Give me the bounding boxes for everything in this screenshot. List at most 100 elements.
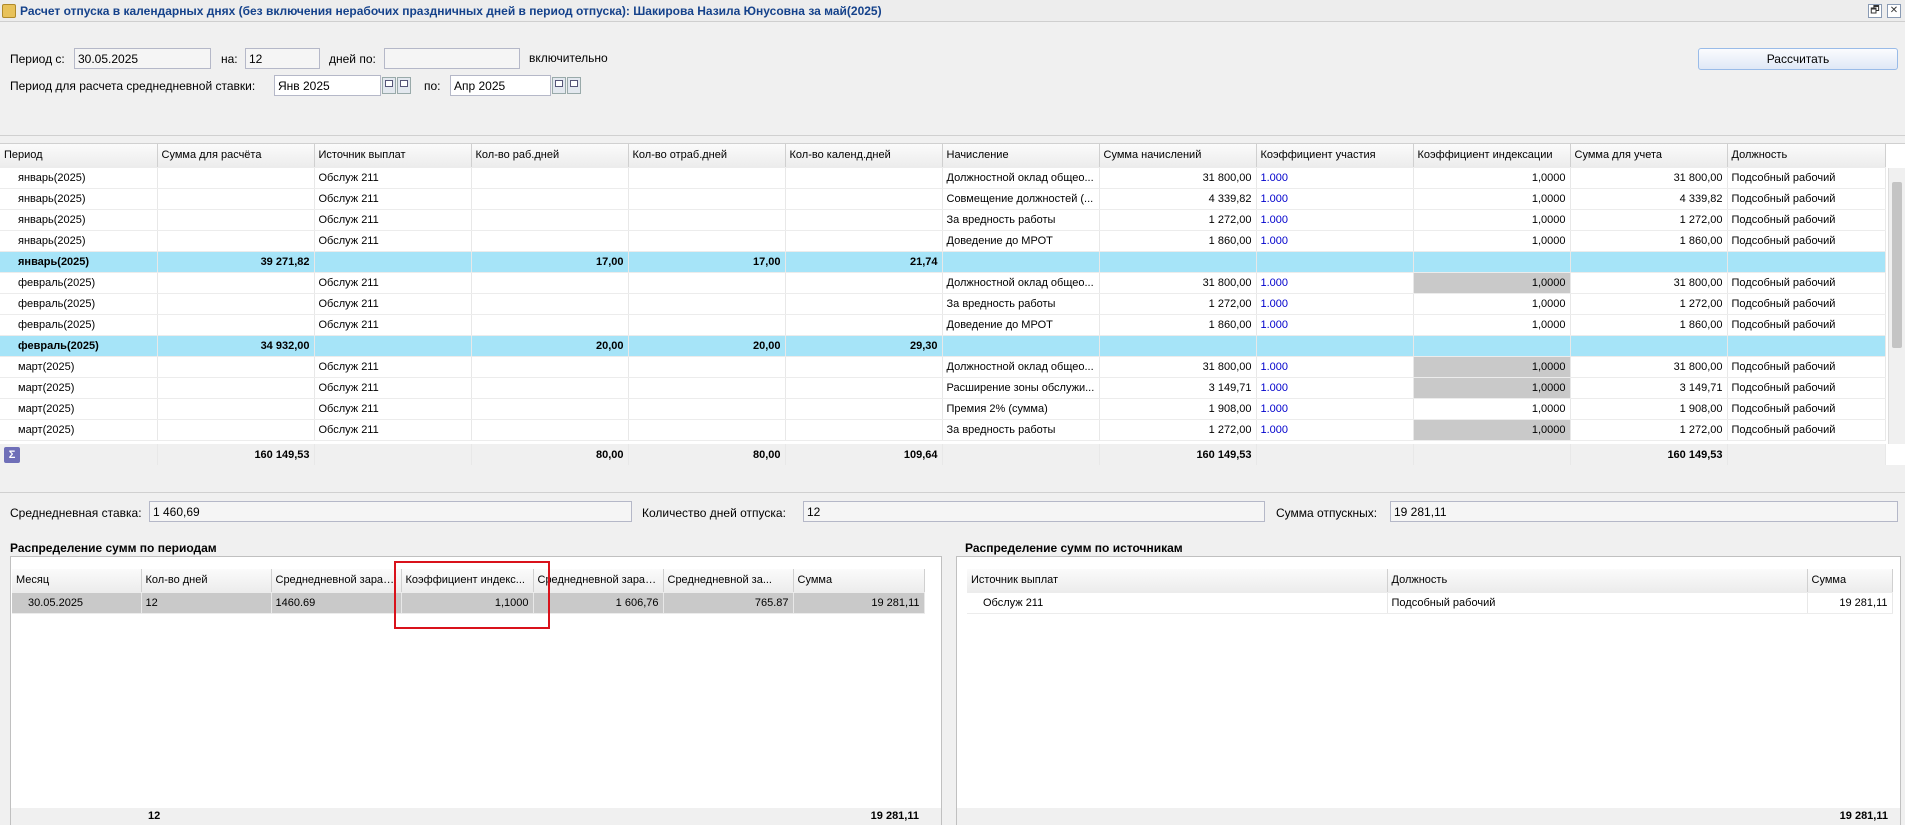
table-row[interactable]: март(2025) Обслуж 211 За вредность работы 1… xyxy=(0,419,1886,441)
table-cell xyxy=(785,167,943,189)
calendar-clear-icon[interactable] xyxy=(567,77,581,94)
vacation-days-field[interactable]: 12 xyxy=(803,501,1265,522)
table-row[interactable]: январь(2025) Обслуж 211 Совмещение должнос… xyxy=(0,188,1886,210)
period-from-field[interactable]: 30.05.2025 xyxy=(74,48,211,69)
column-header[interactable]: Должность xyxy=(1387,569,1808,593)
column-header[interactable]: Среднедневной зараб... xyxy=(533,569,664,593)
table-row[interactable]: январь(2025) Обслуж 211 За вредность работ… xyxy=(0,209,1886,231)
table-cell: Обслуж 211 xyxy=(314,314,472,336)
table-cell xyxy=(157,356,315,378)
table-cell: Премия 2% (сумма) xyxy=(942,398,1100,420)
table-row[interactable]: февраль(2025) Обслуж 211 Доведение до МРОТ… xyxy=(0,314,1886,336)
table-cell: Подсобный рабочий xyxy=(1727,356,1886,378)
subtotal-row[interactable]: февраль(2025) 34 932,00 20,00 20,00 29,30 xyxy=(0,335,1886,357)
table-cell: 1.000 xyxy=(1256,209,1414,231)
column-header[interactable]: Месяц xyxy=(12,569,142,593)
table-cell: 4 339,82 xyxy=(1099,188,1257,210)
sigma-icon[interactable]: Σ xyxy=(4,446,20,463)
vacation-sum-field[interactable]: 19 281,11 xyxy=(1390,501,1898,522)
table-row[interactable]: февраль(2025) Обслуж 211 Должностной оклад… xyxy=(0,272,1886,294)
column-header[interactable]: Начисление xyxy=(942,144,1100,168)
table-cell xyxy=(157,419,315,441)
vertical-scrollbar[interactable] xyxy=(1888,168,1905,444)
days-to-field[interactable] xyxy=(384,48,520,69)
calendar-icon[interactable] xyxy=(552,77,566,94)
total-sum-calc: 160 149,53 xyxy=(157,444,315,465)
column-header[interactable]: Коэффициент индексации xyxy=(1413,144,1571,168)
na-field[interactable]: 12 xyxy=(245,48,320,69)
table-cell: 1 272,00 xyxy=(1099,209,1257,231)
table-cell xyxy=(785,209,943,231)
table-cell: 17,00 xyxy=(628,251,786,273)
table-cell xyxy=(471,188,629,210)
column-header[interactable]: Коэффициент участия xyxy=(1256,144,1414,168)
periods-total-sum: 19 281,11 xyxy=(870,810,919,822)
restore-icon[interactable]: 🗗 xyxy=(1868,4,1882,18)
calendar-clear-icon[interactable] xyxy=(397,77,411,94)
table-row[interactable]: январь(2025) Обслуж 211 Должностной оклад … xyxy=(0,167,1886,189)
column-header[interactable]: Кол-во дней xyxy=(141,569,272,593)
table-cell: март(2025) xyxy=(0,398,158,420)
inclusive-label: включительно xyxy=(529,51,608,65)
column-header[interactable]: Должность xyxy=(1727,144,1886,168)
table-cell: Совмещение должностей (... xyxy=(942,188,1100,210)
table-cell: 1 860,00 xyxy=(1570,314,1728,336)
column-header[interactable]: Сумма для учета xyxy=(1570,144,1728,168)
table-cell xyxy=(314,251,472,273)
column-header[interactable]: Сумма xyxy=(1807,569,1893,593)
table-cell: 3 149,71 xyxy=(1570,377,1728,399)
table-cell: 1,0000 xyxy=(1413,293,1571,315)
column-header[interactable]: Кол-во календ.дней xyxy=(785,144,943,168)
table-row[interactable]: январь(2025) Обслуж 211 Доведение до МРОТ 1… xyxy=(0,230,1886,252)
window-titlebar: Расчет отпуска в календарных днях (без в… xyxy=(0,0,1905,22)
avg-from-field[interactable]: Янв 2025 xyxy=(274,75,381,96)
avg-rate-field[interactable]: 1 460,69 xyxy=(149,501,632,522)
table-row[interactable]: февраль(2025) Обслуж 211 За вредность рабо… xyxy=(0,293,1886,315)
close-icon[interactable]: ✕ xyxy=(1887,4,1901,18)
table-cell: Подсобный рабочий xyxy=(1727,314,1886,336)
subtotal-row[interactable]: январь(2025) 39 271,82 17,00 17,00 21,74 xyxy=(0,251,1886,273)
table-row[interactable]: март(2025) Обслуж 211 Премия 2% (сумма) 1 9… xyxy=(0,398,1886,420)
column-header[interactable]: Кол-во раб.дней xyxy=(471,144,629,168)
table-cell: март(2025) xyxy=(0,356,158,378)
table-cell xyxy=(157,188,315,210)
table-cell xyxy=(471,356,629,378)
calendar-icon[interactable] xyxy=(382,77,396,94)
periods-totals-row: 12 19 281,11 xyxy=(11,808,941,825)
column-header[interactable]: Сумма начислений xyxy=(1099,144,1257,168)
table-cell: 1.000 xyxy=(1256,167,1414,189)
column-header[interactable]: Период xyxy=(0,144,158,168)
table-row[interactable]: март(2025) Обслуж 211 Должностной оклад об… xyxy=(0,356,1886,378)
column-header[interactable]: Среднедневной зараб... xyxy=(271,569,402,593)
table-row[interactable]: март(2025) Обслуж 211 Расширение зоны обсл… xyxy=(0,377,1886,399)
column-header[interactable]: Кол-во отраб.дней xyxy=(628,144,786,168)
scrollbar-thumb[interactable] xyxy=(1892,182,1902,348)
table-cell xyxy=(471,377,629,399)
table-cell: Подсобный рабочий xyxy=(1727,272,1886,294)
window-icon xyxy=(2,3,16,18)
table-cell: 1 908,00 xyxy=(1570,398,1728,420)
calculate-button[interactable]: Рассчитать xyxy=(1698,48,1898,70)
table-cell: Подсобный рабочий xyxy=(1727,188,1886,210)
table-cell xyxy=(785,314,943,336)
table-cell xyxy=(1570,335,1728,357)
table-cell: 1460.69 xyxy=(271,592,402,614)
column-header[interactable]: Среднедневной за... xyxy=(663,569,794,593)
table-cell xyxy=(628,167,786,189)
table-cell: 19 281,11 xyxy=(1807,592,1893,614)
table-cell: 1,0000 xyxy=(1413,377,1571,399)
column-header[interactable]: Сумма xyxy=(793,569,925,593)
avg-to-field[interactable]: Апр 2025 xyxy=(450,75,551,96)
table-cell: 31 800,00 xyxy=(1570,356,1728,378)
column-header[interactable]: Источник выплат xyxy=(967,569,1388,593)
table-cell: Подсобный рабочий xyxy=(1727,419,1886,441)
table-row[interactable]: Обслуж 211 Подсобный рабочий 19 281,11 xyxy=(967,592,1893,614)
table-cell xyxy=(471,230,629,252)
table-cell: февраль(2025) xyxy=(0,272,158,294)
table-cell: 1,0000 xyxy=(1413,230,1571,252)
table-cell: январь(2025) xyxy=(0,251,158,273)
column-header[interactable]: Источник выплат xyxy=(314,144,472,168)
total-sum-account: 160 149,53 xyxy=(1570,444,1728,465)
table-cell: 30.05.2025 xyxy=(12,592,142,614)
column-header[interactable]: Сумма для расчёта xyxy=(157,144,315,168)
